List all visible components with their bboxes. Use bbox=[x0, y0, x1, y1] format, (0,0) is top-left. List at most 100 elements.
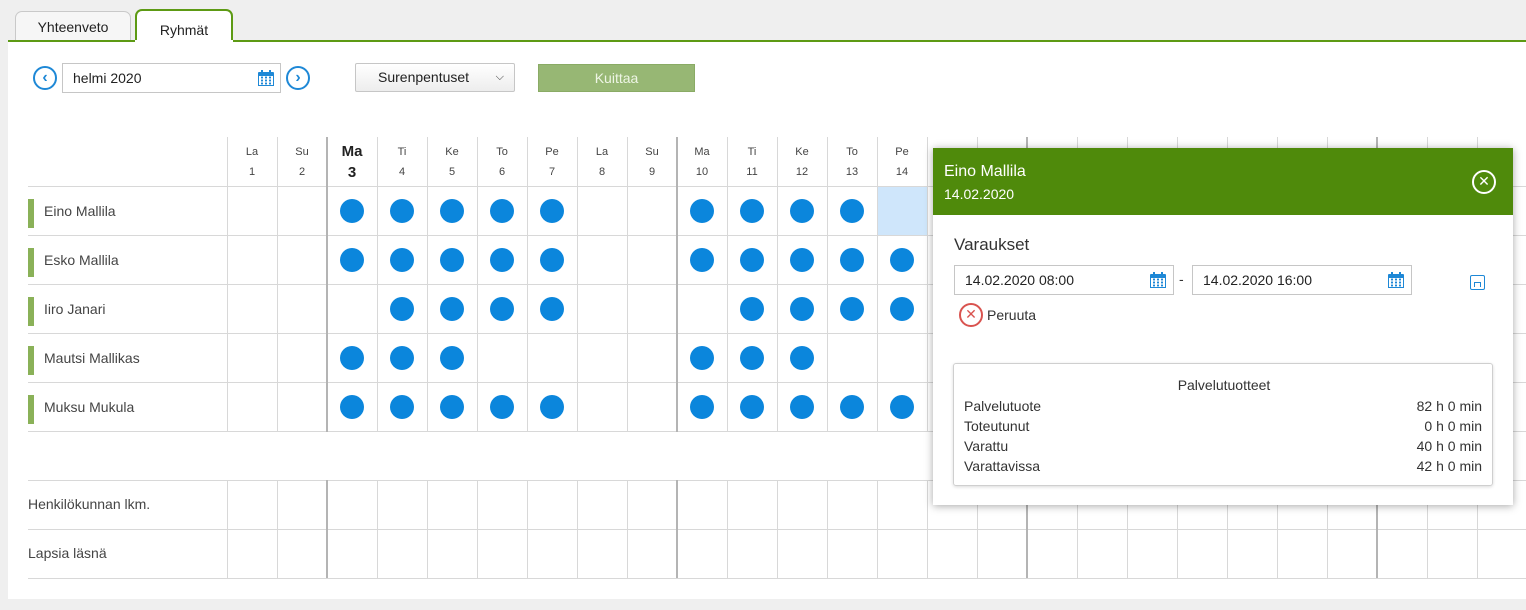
day-header: La 8 bbox=[577, 137, 627, 186]
day-header: Ma 10 bbox=[677, 137, 727, 186]
reservation-dot[interactable] bbox=[840, 394, 864, 419]
day-number: 9 bbox=[648, 166, 656, 178]
reservation-dot[interactable] bbox=[740, 394, 764, 419]
day-header: Ma 3 bbox=[327, 137, 377, 186]
reservation-dot[interactable] bbox=[840, 296, 864, 321]
day-name: Pe bbox=[545, 146, 559, 158]
reservation-dot[interactable] bbox=[740, 198, 764, 223]
reservation-dot[interactable] bbox=[890, 296, 914, 321]
tab-yhteenveto[interactable]: Yhteenveto bbox=[15, 11, 131, 42]
product-value: 40 h 0 min bbox=[1416, 438, 1482, 454]
reservation-dot[interactable] bbox=[740, 247, 764, 272]
popup-header: Eino Mallila 14.02.2020 ✕ bbox=[933, 148, 1513, 215]
close-icon[interactable]: ✕ bbox=[1472, 170, 1496, 194]
day-header: Ke 12 bbox=[777, 137, 827, 186]
reservation-dot[interactable] bbox=[440, 296, 464, 321]
day-header: To 6 bbox=[477, 137, 527, 186]
grid-hline bbox=[28, 578, 1526, 579]
reservation-dot[interactable] bbox=[840, 198, 864, 223]
reservation-dot[interactable] bbox=[540, 394, 564, 419]
child-name: Iiro Janari bbox=[44, 301, 106, 317]
start-datetime-input[interactable]: 14.02.2020 08:00 bbox=[954, 265, 1174, 295]
range-separator: - bbox=[1179, 271, 1184, 287]
reservation-dot[interactable] bbox=[840, 247, 864, 272]
group-color-bar bbox=[28, 199, 34, 228]
day-number: 1 bbox=[248, 166, 256, 178]
popup-child-name: Eino Mallila bbox=[944, 163, 1026, 180]
day-header: Ke 5 bbox=[427, 137, 477, 186]
save-icon[interactable] bbox=[1470, 275, 1485, 290]
reservation-dot[interactable] bbox=[440, 345, 464, 370]
reservation-dot[interactable] bbox=[390, 247, 414, 272]
reservation-dot[interactable] bbox=[390, 296, 414, 321]
reservation-dot[interactable] bbox=[690, 247, 714, 272]
service-products-box: Palvelutuotteet Palvelutuote 82 h 0 min … bbox=[953, 363, 1493, 486]
next-month-button[interactable]: › bbox=[286, 66, 310, 90]
cancel-icon[interactable]: ✕ bbox=[959, 303, 983, 327]
reservation-dot[interactable] bbox=[440, 247, 464, 272]
group-select[interactable]: Surenpentuset ⌵ bbox=[355, 63, 515, 92]
reservation-dot[interactable] bbox=[790, 247, 814, 272]
cancel-button[interactable]: Peruuta bbox=[987, 307, 1036, 323]
reservation-dot[interactable] bbox=[690, 345, 714, 370]
reservation-dot[interactable] bbox=[890, 394, 914, 419]
reservation-dot[interactable] bbox=[340, 345, 364, 370]
reservation-dot[interactable] bbox=[390, 345, 414, 370]
child-row-label[interactable]: Iiro Janari bbox=[28, 285, 226, 334]
end-datetime-value: 14.02.2020 16:00 bbox=[1203, 272, 1312, 288]
active-tab-gap bbox=[135, 40, 233, 43]
product-row: Varattu 40 h 0 min bbox=[964, 438, 1482, 458]
selected-cell[interactable] bbox=[878, 187, 927, 235]
reservation-dot[interactable] bbox=[690, 394, 714, 419]
product-label: Toteutunut bbox=[964, 418, 1030, 434]
reservation-dot[interactable] bbox=[440, 198, 464, 223]
reservation-dot[interactable] bbox=[890, 247, 914, 272]
reservation-dot[interactable] bbox=[390, 394, 414, 419]
reservation-dot[interactable] bbox=[790, 394, 814, 419]
grid-vline bbox=[277, 137, 278, 578]
reservation-dot[interactable] bbox=[340, 198, 364, 223]
reservation-dot[interactable] bbox=[490, 394, 514, 419]
calendar-icon[interactable] bbox=[258, 70, 274, 86]
product-label: Varattu bbox=[964, 438, 1009, 454]
reservation-dot[interactable] bbox=[790, 296, 814, 321]
reservation-dot[interactable] bbox=[490, 198, 514, 223]
tab-ryhmat[interactable]: Ryhmät bbox=[135, 9, 233, 43]
child-name: Muksu Mukula bbox=[44, 399, 135, 415]
day-name: La bbox=[245, 146, 259, 158]
acknowledge-button[interactable]: Kuittaa bbox=[538, 64, 695, 92]
previous-month-button[interactable]: ‹ bbox=[33, 66, 57, 90]
product-row: Toteutunut 0 h 0 min bbox=[964, 418, 1482, 438]
reservation-dot[interactable] bbox=[340, 394, 364, 419]
day-name: Ma bbox=[694, 146, 710, 158]
group-color-bar bbox=[28, 346, 34, 375]
reservation-dot[interactable] bbox=[540, 198, 564, 223]
reservation-dot[interactable] bbox=[790, 345, 814, 370]
day-name: Pe bbox=[895, 146, 909, 158]
reservation-dot[interactable] bbox=[540, 296, 564, 321]
child-row-label[interactable]: Eino Mallila bbox=[28, 187, 226, 236]
reservation-dot[interactable] bbox=[490, 247, 514, 272]
group-color-bar bbox=[28, 248, 34, 277]
popup-date: 14.02.2020 bbox=[944, 186, 1015, 202]
reservation-dot[interactable] bbox=[540, 247, 564, 272]
reservation-dot[interactable] bbox=[790, 198, 814, 223]
child-row-label[interactable]: Esko Mallila bbox=[28, 236, 226, 285]
end-calendar-icon[interactable] bbox=[1388, 272, 1404, 288]
month-input[interactable]: helmi 2020 bbox=[62, 63, 281, 93]
grid-vline bbox=[727, 137, 728, 578]
reservation-dot[interactable] bbox=[440, 394, 464, 419]
start-calendar-icon[interactable] bbox=[1150, 272, 1166, 288]
reservation-dot[interactable] bbox=[340, 247, 364, 272]
reservation-dot[interactable] bbox=[390, 198, 414, 223]
day-name: Su bbox=[645, 146, 659, 158]
reservation-dot[interactable] bbox=[740, 345, 764, 370]
child-row-label[interactable]: Mautsi Mallikas bbox=[28, 334, 226, 383]
reservation-dot[interactable] bbox=[490, 296, 514, 321]
reservation-dot[interactable] bbox=[740, 296, 764, 321]
end-datetime-input[interactable]: 14.02.2020 16:00 bbox=[1192, 265, 1412, 295]
grid-vline bbox=[527, 137, 528, 578]
reservation-dot[interactable] bbox=[690, 198, 714, 223]
product-value: 82 h 0 min bbox=[1416, 398, 1482, 414]
child-row-label[interactable]: Muksu Mukula bbox=[28, 383, 226, 432]
